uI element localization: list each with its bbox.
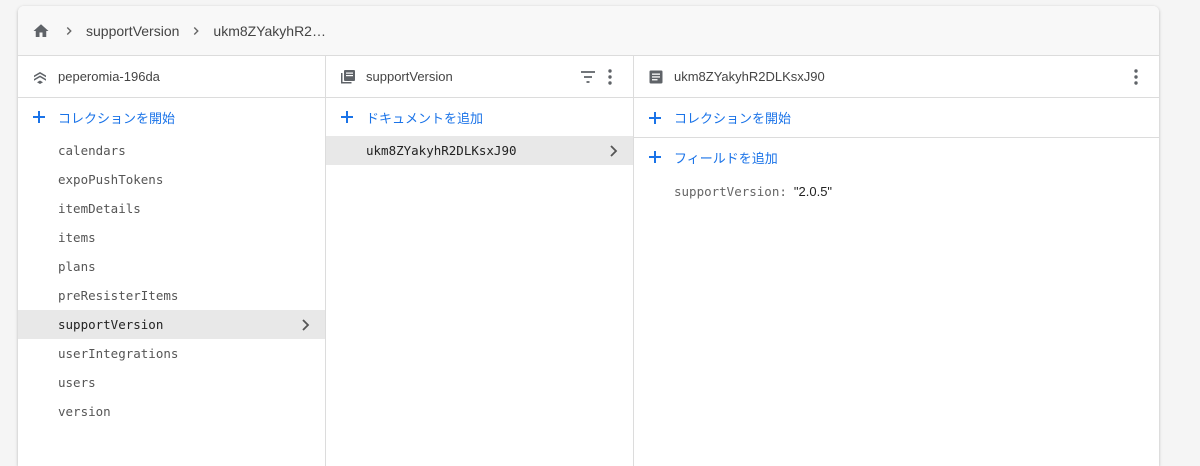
plus-icon (340, 110, 354, 124)
field-value: "2.0.5" (793, 183, 833, 199)
more-vert-icon[interactable] (1125, 66, 1147, 88)
chevron-right-icon (189, 24, 203, 38)
start-subcollection-button[interactable]: コレクションを開始 (634, 98, 1159, 138)
collection-item-version[interactable]: version (18, 397, 325, 426)
more-vert-icon[interactable] (599, 66, 621, 88)
add-document-label: ドキュメントを追加 (366, 110, 484, 126)
collection-item-userIntegrations[interactable]: userIntegrations (18, 339, 325, 368)
home-icon[interactable] (32, 22, 50, 40)
collection-item-plans[interactable]: plans (18, 252, 325, 281)
breadcrumb-item-document[interactable]: ukm8ZYakyhR2… (213, 23, 326, 39)
add-document-button[interactable]: ドキュメントを追加 (326, 98, 633, 136)
collection-item-users[interactable]: users (18, 368, 325, 397)
field-row[interactable]: supportVersion: "2.0.5" (634, 176, 1159, 206)
collection-item-calendars[interactable]: calendars (18, 136, 325, 165)
field-key: supportVersion (674, 183, 780, 199)
start-collection-button[interactable]: コレクションを開始 (18, 98, 325, 136)
firestore-console-card: supportVersion ukm8ZYakyhR2… peperomia-1… (18, 6, 1159, 466)
collection-icon (340, 69, 356, 85)
chevron-right-icon (62, 24, 76, 38)
firestore-icon (32, 69, 48, 85)
document-icon (648, 69, 664, 85)
plus-icon (32, 110, 46, 124)
start-subcollection-label: コレクションを開始 (674, 111, 792, 126)
chevron-right-icon (609, 144, 619, 157)
document-header-actions (1125, 66, 1147, 88)
breadcrumb-item-collection[interactable]: supportVersion (86, 23, 179, 39)
plus-icon (648, 150, 662, 164)
collection-panel: supportVersion ドキュメントを追加 ukm8ZYakyhR2DLK… (326, 56, 634, 466)
document-title: ukm8ZYakyhR2DLKsxJ90 (674, 69, 825, 84)
add-field-button[interactable]: フィールドを追加 (634, 138, 1159, 176)
collection-list: calendars expoPushTokens itemDetails ite… (18, 136, 325, 426)
project-title: peperomia-196da (58, 69, 160, 84)
collection-item-items[interactable]: items (18, 223, 325, 252)
collection-header-actions (577, 66, 621, 88)
collection-panel-header: supportVersion (326, 56, 633, 98)
root-panel-header: peperomia-196da (18, 56, 325, 98)
chevron-right-icon (301, 318, 311, 331)
breadcrumb: supportVersion ukm8ZYakyhR2… (18, 6, 1159, 56)
document-item[interactable]: ukm8ZYakyhR2DLKsxJ90 (326, 136, 633, 165)
collection-item-supportVersion[interactable]: supportVersion (18, 310, 325, 339)
document-panel: ukm8ZYakyhR2DLKsxJ90 コレクションを開始 フィールドを追加 (634, 56, 1159, 466)
collection-item-preResisterItems[interactable]: preResisterItems (18, 281, 325, 310)
document-panel-header: ukm8ZYakyhR2DLKsxJ90 (634, 56, 1159, 98)
start-collection-label: コレクションを開始 (58, 110, 176, 126)
filter-icon[interactable] (577, 66, 599, 88)
collection-item-itemDetails[interactable]: itemDetails (18, 194, 325, 223)
plus-icon (648, 111, 662, 125)
collection-item-expoPushTokens[interactable]: expoPushTokens (18, 165, 325, 194)
root-panel: peperomia-196da コレクションを開始 calendars expo… (18, 56, 326, 466)
add-field-label: フィールドを追加 (674, 150, 778, 166)
field-colon: : (779, 183, 787, 199)
collection-title: supportVersion (366, 69, 453, 84)
document-list: ukm8ZYakyhR2DLKsxJ90 (326, 136, 633, 165)
data-columns: peperomia-196da コレクションを開始 calendars expo… (18, 56, 1159, 466)
